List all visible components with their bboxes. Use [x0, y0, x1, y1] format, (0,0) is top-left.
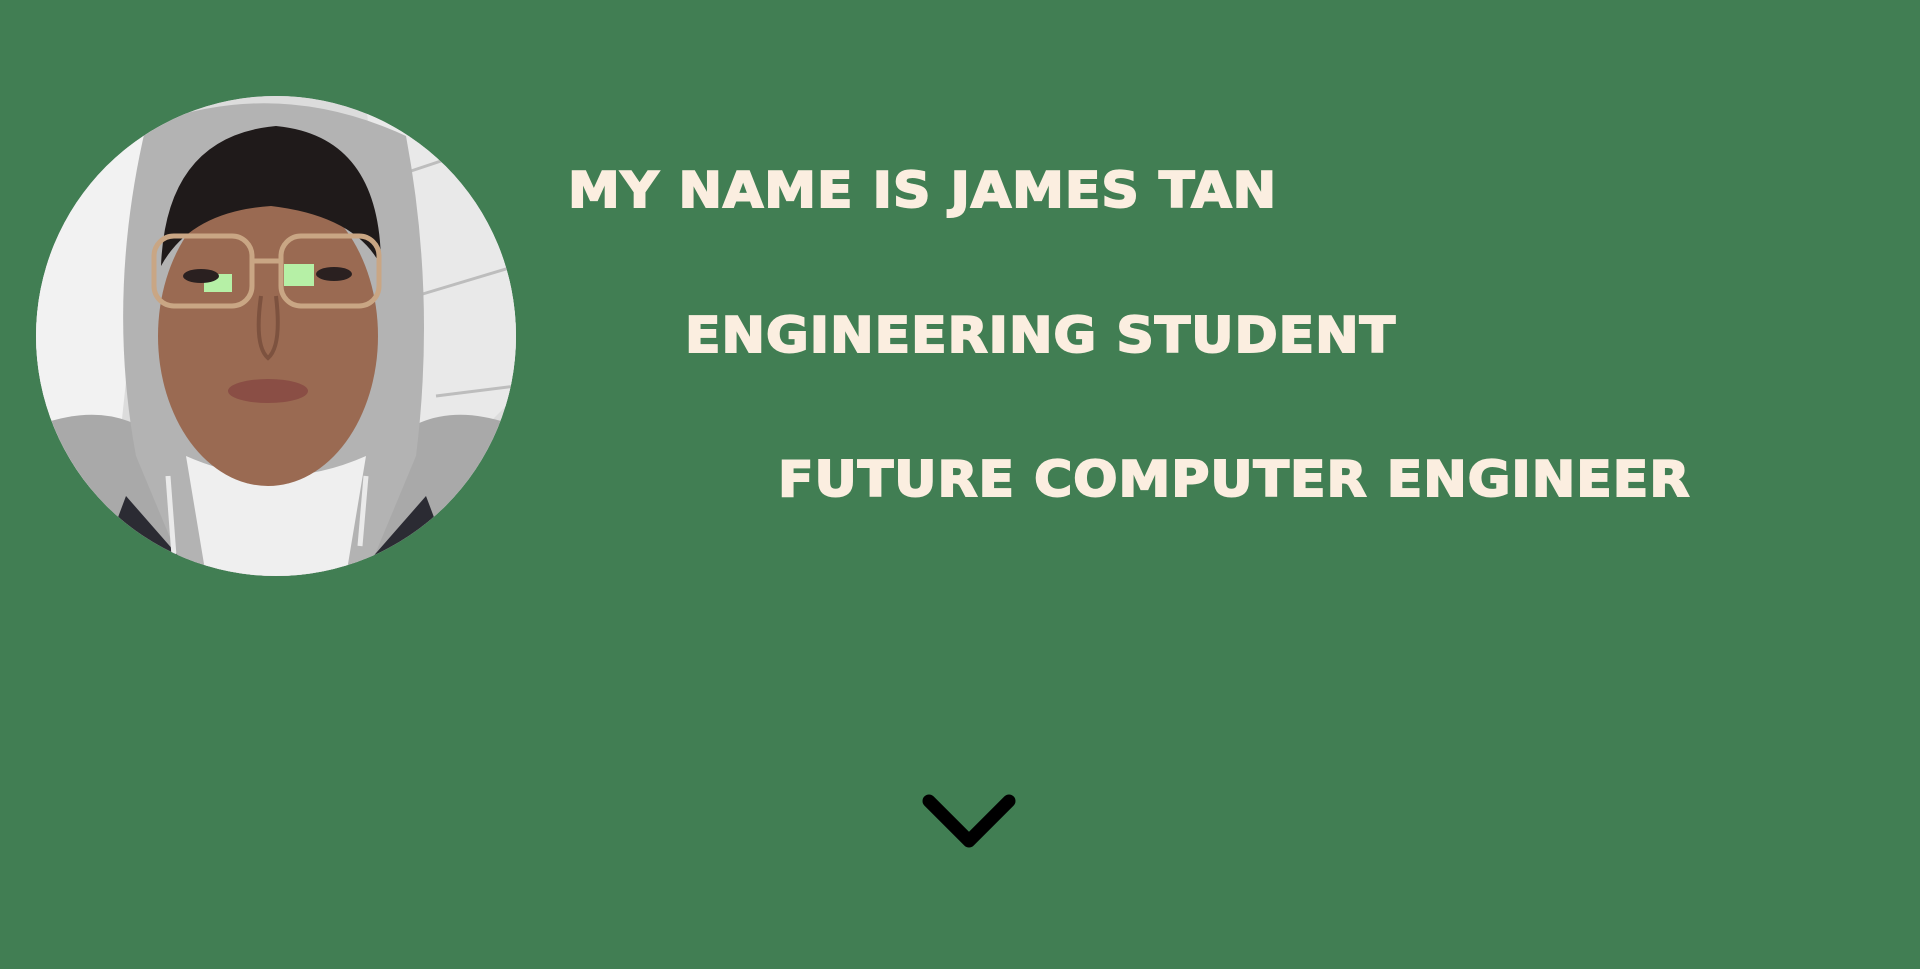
scroll-down-button[interactable] — [921, 793, 1017, 853]
chevron-down-icon — [922, 794, 1016, 848]
name-heading: MY NAME IS JAMES TAN — [567, 162, 1278, 220]
goal-heading: FUTURE COMPUTER ENGINEER — [777, 451, 1691, 509]
hero-section: MY NAME IS JAMES TAN ENGINEERING STUDENT… — [0, 0, 1920, 969]
profile-photo — [36, 96, 516, 576]
role-heading: ENGINEERING STUDENT — [684, 307, 1397, 365]
